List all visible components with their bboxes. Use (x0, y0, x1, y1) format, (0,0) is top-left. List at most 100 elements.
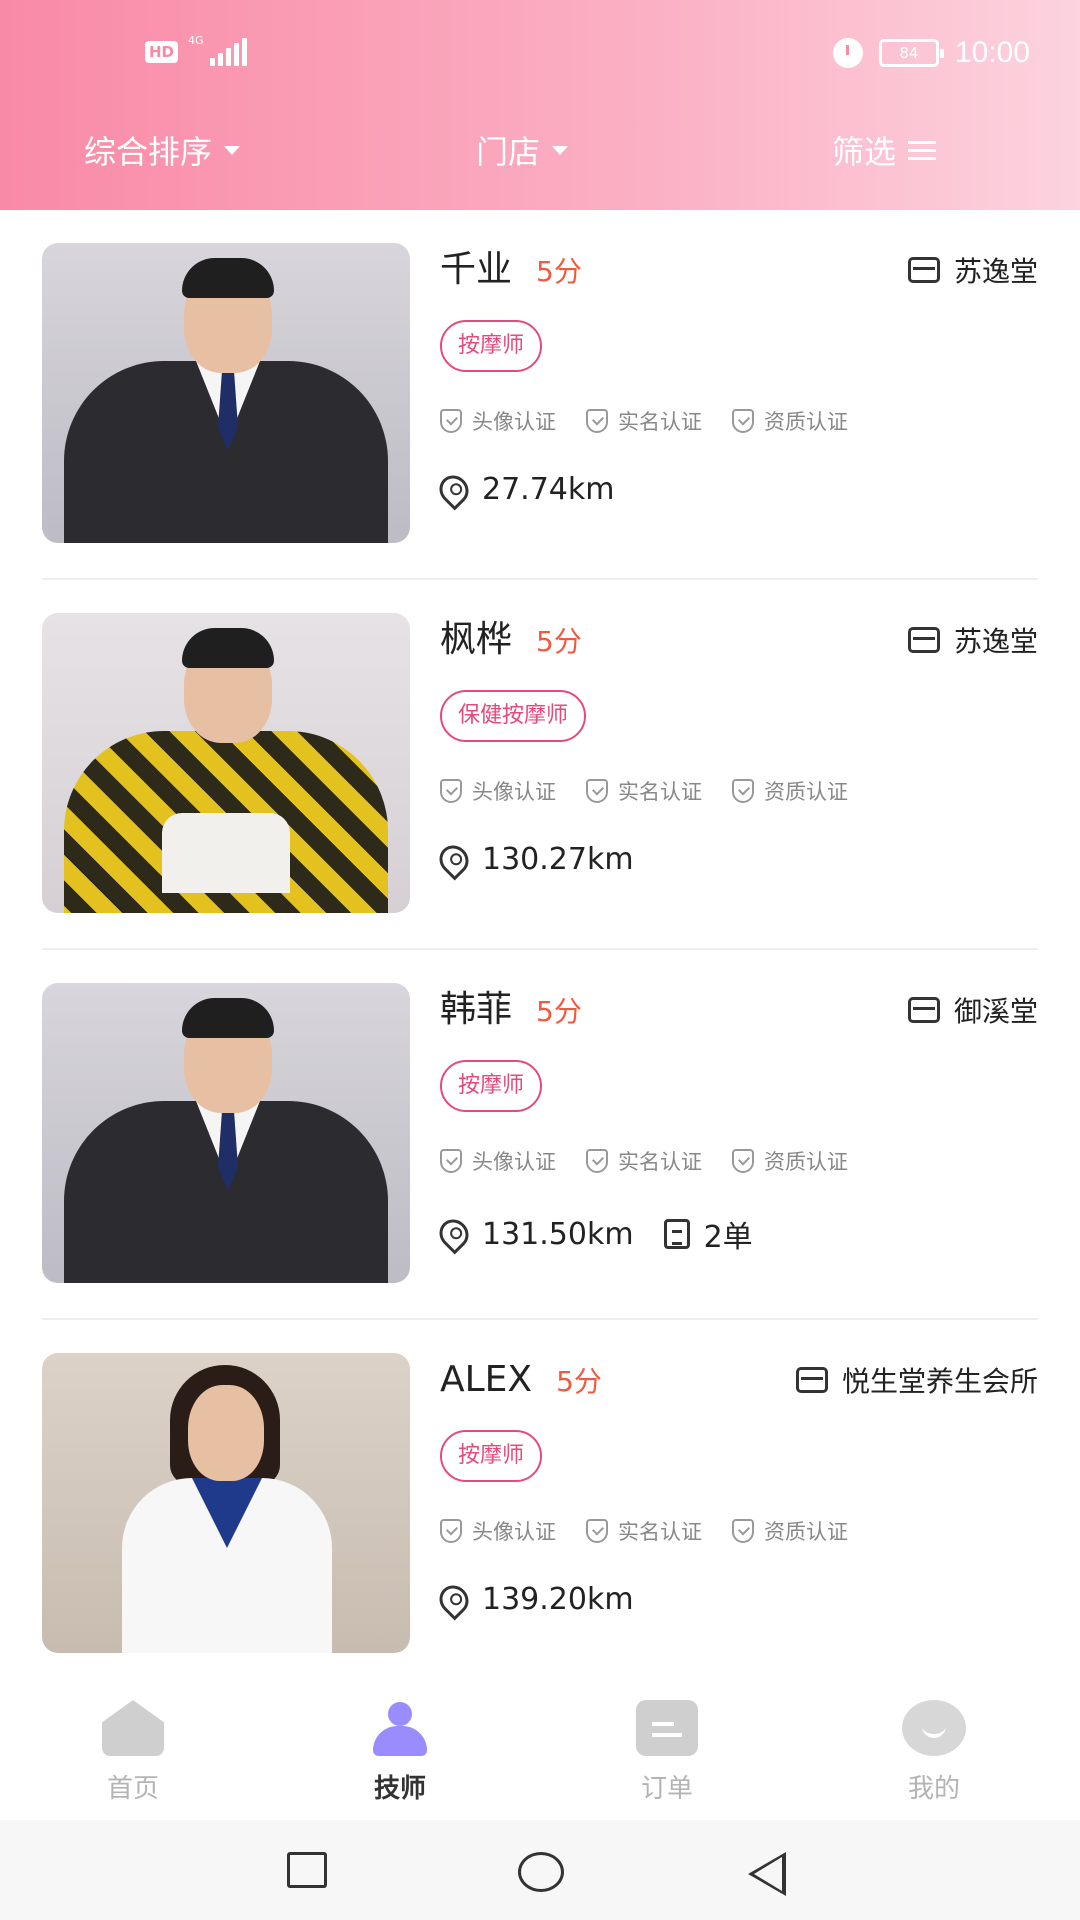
cert-qualification: 资质认证 (732, 776, 848, 806)
store-name: 悦生堂养生会所 (841, 1365, 1038, 1398)
home-button[interactable] (518, 1852, 564, 1892)
nav-orders-label: 订单 (640, 1774, 693, 1804)
role-tag: 保健按摩师 (440, 690, 587, 742)
cert-label: 实名认证 (618, 1520, 702, 1544)
signal-icon: 4G (188, 34, 248, 68)
therapist-card[interactable]: ALEX 5分 悦生堂养生会所 按摩师 头像认证 实名认证 资质认证 139.20… (42, 1320, 1038, 1685)
store-icon (907, 997, 940, 1023)
therapist-score: 5分 (536, 625, 582, 658)
nav-profile[interactable]: 我的 (864, 1700, 1004, 1810)
therapist-info: 韩菲 5分 御溪堂 按摩师 头像认证 实名认证 资质认证 131.50km 2单 (433, 950, 1038, 1320)
nav-profile-label: 我的 (907, 1774, 960, 1804)
location-pin-icon (433, 838, 475, 881)
back-button[interactable] (748, 1852, 786, 1896)
store-name: 苏逸堂 (953, 625, 1038, 658)
cert-realname: 实名认证 (586, 1516, 702, 1546)
therapist-card[interactable]: 千业 5分 苏逸堂 按摩师 头像认证 实名认证 资质认证 27.74km (42, 210, 1038, 580)
cert-list: 头像认证 实名认证 资质认证 (440, 1516, 848, 1546)
status-bar: HD 4G 84 10:00 (0, 0, 1080, 110)
technician-icon (369, 1700, 431, 1756)
nav-technician[interactable]: 技师 (330, 1700, 470, 1810)
therapist-list[interactable]: 千业 5分 苏逸堂 按摩师 头像认证 实名认证 资质认证 27.74km 枫桦 5分 (0, 210, 1080, 1685)
therapist-photo (42, 613, 410, 913)
meta-row: 139.20km (433, 1578, 634, 1621)
meta-row: 131.50km 2单 (433, 1212, 753, 1256)
distance: 130.27km (433, 838, 634, 881)
therapist-name-row: 千业 5分 (440, 246, 582, 296)
store-info: 御溪堂 (907, 990, 1038, 1030)
header: HD 4G 84 10:00 综合排序 门店 筛选 (0, 0, 1080, 210)
distance: 139.20km (433, 1578, 634, 1621)
therapist-name-row: 韩菲 5分 (440, 986, 582, 1036)
location-pin-icon (433, 1213, 475, 1255)
cert-label: 实名认证 (618, 780, 702, 804)
cert-label: 资质认证 (764, 780, 848, 804)
sort-dropdown[interactable]: 综合排序 (84, 120, 241, 180)
cert-realname: 实名认证 (586, 406, 702, 436)
cert-qualification: 资质认证 (732, 406, 848, 436)
therapist-info: ALEX 5分 悦生堂养生会所 按摩师 头像认证 实名认证 资质认证 139.20… (433, 1320, 1038, 1685)
caret-down-icon (224, 145, 241, 155)
cert-label: 头像认证 (472, 1520, 556, 1544)
cert-realname: 实名认证 (586, 776, 702, 806)
caret-down-icon (552, 145, 569, 155)
distance-value: 130.27km (482, 842, 634, 877)
cert-qualification: 资质认证 (732, 1516, 848, 1546)
cert-avatar: 头像认证 (440, 1146, 556, 1176)
cert-list: 头像认证 实名认证 资质认证 (440, 1146, 848, 1176)
meta-row: 130.27km (433, 838, 634, 881)
order-count-value: 2单 (703, 1220, 753, 1255)
filter-button[interactable]: 筛选 (832, 120, 937, 180)
store-icon (795, 1367, 828, 1393)
therapist-card[interactable]: 韩菲 5分 御溪堂 按摩师 头像认证 实名认证 资质认证 131.50km 2单 (42, 950, 1038, 1320)
role-tag: 按摩师 (440, 320, 543, 372)
cert-label: 资质认证 (764, 1150, 848, 1174)
shield-check-icon (440, 779, 462, 803)
store-icon (907, 257, 940, 283)
nav-technician-label: 技师 (373, 1774, 426, 1804)
shield-check-icon (586, 779, 608, 803)
therapist-name: 韩菲 (440, 989, 513, 1030)
location-pin-icon (433, 468, 475, 511)
therapist-info: 枫桦 5分 苏逸堂 保健按摩师 头像认证 实名认证 资质认证 130.27km (433, 580, 1038, 950)
order-icon (636, 1700, 698, 1756)
home-icon (102, 1700, 164, 1756)
shield-check-icon (586, 1519, 608, 1543)
store-dropdown[interactable]: 门店 (476, 120, 569, 180)
cert-label: 头像认证 (472, 780, 556, 804)
sort-label: 综合排序 (84, 133, 213, 171)
role-tag: 按摩师 (440, 1430, 543, 1482)
store-name: 苏逸堂 (953, 255, 1038, 288)
recent-apps-button[interactable] (287, 1852, 327, 1888)
therapist-score: 5分 (536, 255, 582, 288)
nav-orders[interactable]: 订单 (597, 1700, 737, 1810)
cert-avatar: 头像认证 (440, 406, 556, 436)
location-pin-icon (433, 1578, 475, 1621)
therapist-score: 5分 (536, 995, 582, 1028)
menu-icon (908, 139, 937, 161)
clipboard-icon (663, 1219, 690, 1249)
cert-qualification: 资质认证 (732, 1146, 848, 1176)
nav-home[interactable]: 首页 (63, 1700, 203, 1810)
store-icon (907, 627, 940, 653)
therapist-name-row: ALEX 5分 (440, 1356, 602, 1406)
cert-realname: 实名认证 (586, 1146, 702, 1176)
therapist-name: 枫桦 (440, 619, 513, 660)
cert-label: 实名认证 (618, 410, 702, 434)
therapist-card[interactable]: 枫桦 5分 苏逸堂 保健按摩师 头像认证 实名认证 资质认证 130.27km (42, 580, 1038, 950)
nav-home-label: 首页 (106, 1774, 159, 1804)
therapist-name-row: 枫桦 5分 (440, 616, 582, 666)
status-left: HD 4G (145, 34, 248, 68)
cert-list: 头像认证 实名认证 资质认证 (440, 776, 848, 806)
store-label: 门店 (476, 133, 541, 171)
cert-label: 资质认证 (764, 1520, 848, 1544)
hd-badge: HD (145, 41, 179, 63)
therapist-score: 5分 (556, 1365, 602, 1398)
status-right: 84 10:00 (832, 36, 1030, 70)
filter-label: 筛选 (832, 133, 897, 171)
shield-check-icon (440, 1149, 462, 1173)
filter-bar: 综合排序 门店 筛选 (0, 120, 1080, 180)
therapist-photo (42, 983, 410, 1283)
therapist-photo (42, 243, 410, 543)
therapist-name: 千业 (440, 249, 513, 290)
